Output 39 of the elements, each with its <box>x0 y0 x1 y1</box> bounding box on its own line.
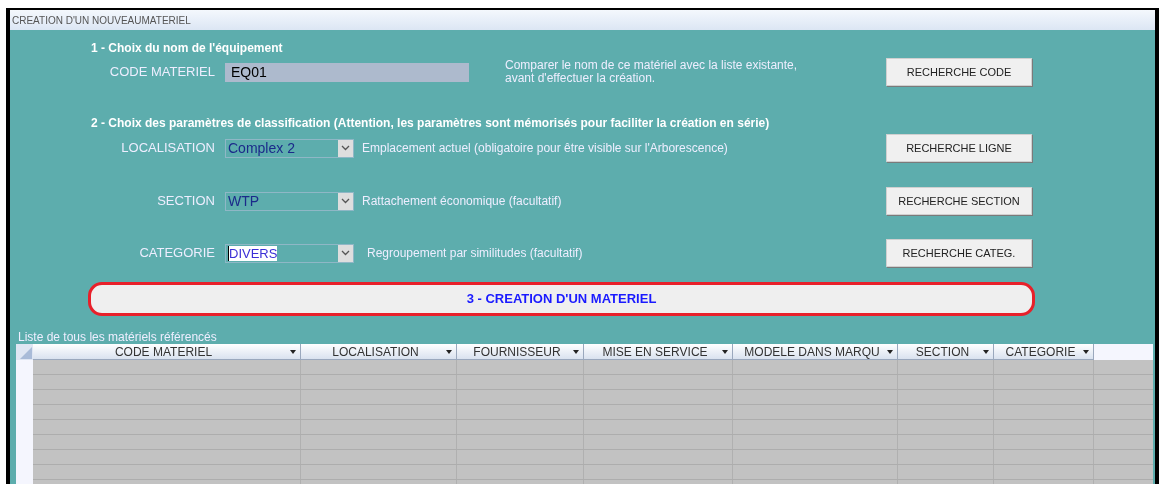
create-button[interactable]: 3 - CREATION D'UN MATERIEL <box>88 282 1035 316</box>
column-header[interactable]: LOCALISATION <box>301 344 457 360</box>
field-description: Rattachement économique (facultatif) <box>362 193 563 210</box>
window-title: CREATION D'UN NOUVEAUMATERIEL <box>12 13 191 28</box>
search-button[interactable]: RECHERCHE CATEG. <box>886 239 1032 267</box>
field-label: LOCALISATION <box>120 139 215 158</box>
chevron-down-icon <box>341 198 350 204</box>
column-header[interactable]: CODE MATERIEL <box>33 344 301 360</box>
field-label: CODE MATERIEL <box>108 63 215 82</box>
code-field[interactable]: EQ01 <box>225 62 469 82</box>
field-description: Comparer le nom de ce matériel avec la liste existante, avant d'effectuer la création. <box>505 59 799 85</box>
field-description: Regroupement par similitudes (facultatif) <box>367 245 584 262</box>
field-label: CATEGORIE <box>138 244 215 263</box>
caret-down-icon <box>887 349 893 354</box>
caret-down-icon <box>722 349 728 354</box>
table-caption: Liste de tous les matériels référencés <box>18 329 217 346</box>
select-all-icon[interactable] <box>19 346 33 360</box>
caret-down-icon <box>573 349 579 354</box>
column-header[interactable]: MODELE DANS MARQU <box>733 344 898 360</box>
field-label: SECTION <box>156 192 215 211</box>
column-header[interactable]: SECTION <box>898 344 994 360</box>
column-header[interactable]: CATEGORIE <box>994 344 1094 360</box>
search-button[interactable]: RECHERCHE SECTION <box>886 187 1032 215</box>
section-heading: 1 - Choix du nom de l'équipement <box>91 40 283 57</box>
chevron-down-icon <box>341 145 350 151</box>
chevron-down-icon <box>341 250 350 256</box>
column-header[interactable]: MISE EN SERVICE <box>584 344 733 360</box>
search-button[interactable]: RECHERCHE LIGNE <box>886 134 1032 162</box>
field-description: Emplacement actuel (obligatoire pour être visible sur l'Arborescence) <box>362 140 729 157</box>
dropdown[interactable]: Complex 2 <box>225 138 354 158</box>
column-header[interactable]: FOURNISSEUR <box>457 344 584 360</box>
section-heading: 2 - Choix des paramètres de classification (Attention, les paramètres sont mémorisés pour faciliter la création en série) <box>91 115 770 132</box>
caret-down-icon <box>290 349 296 354</box>
dropdown[interactable]: WTP <box>225 191 354 211</box>
search-button[interactable]: RECHERCHE CODE <box>886 58 1032 86</box>
caret-down-icon <box>446 349 452 354</box>
dropdown[interactable]: DIVERS <box>225 243 354 263</box>
caret-down-icon <box>1083 349 1089 354</box>
caret-down-icon <box>983 349 989 354</box>
